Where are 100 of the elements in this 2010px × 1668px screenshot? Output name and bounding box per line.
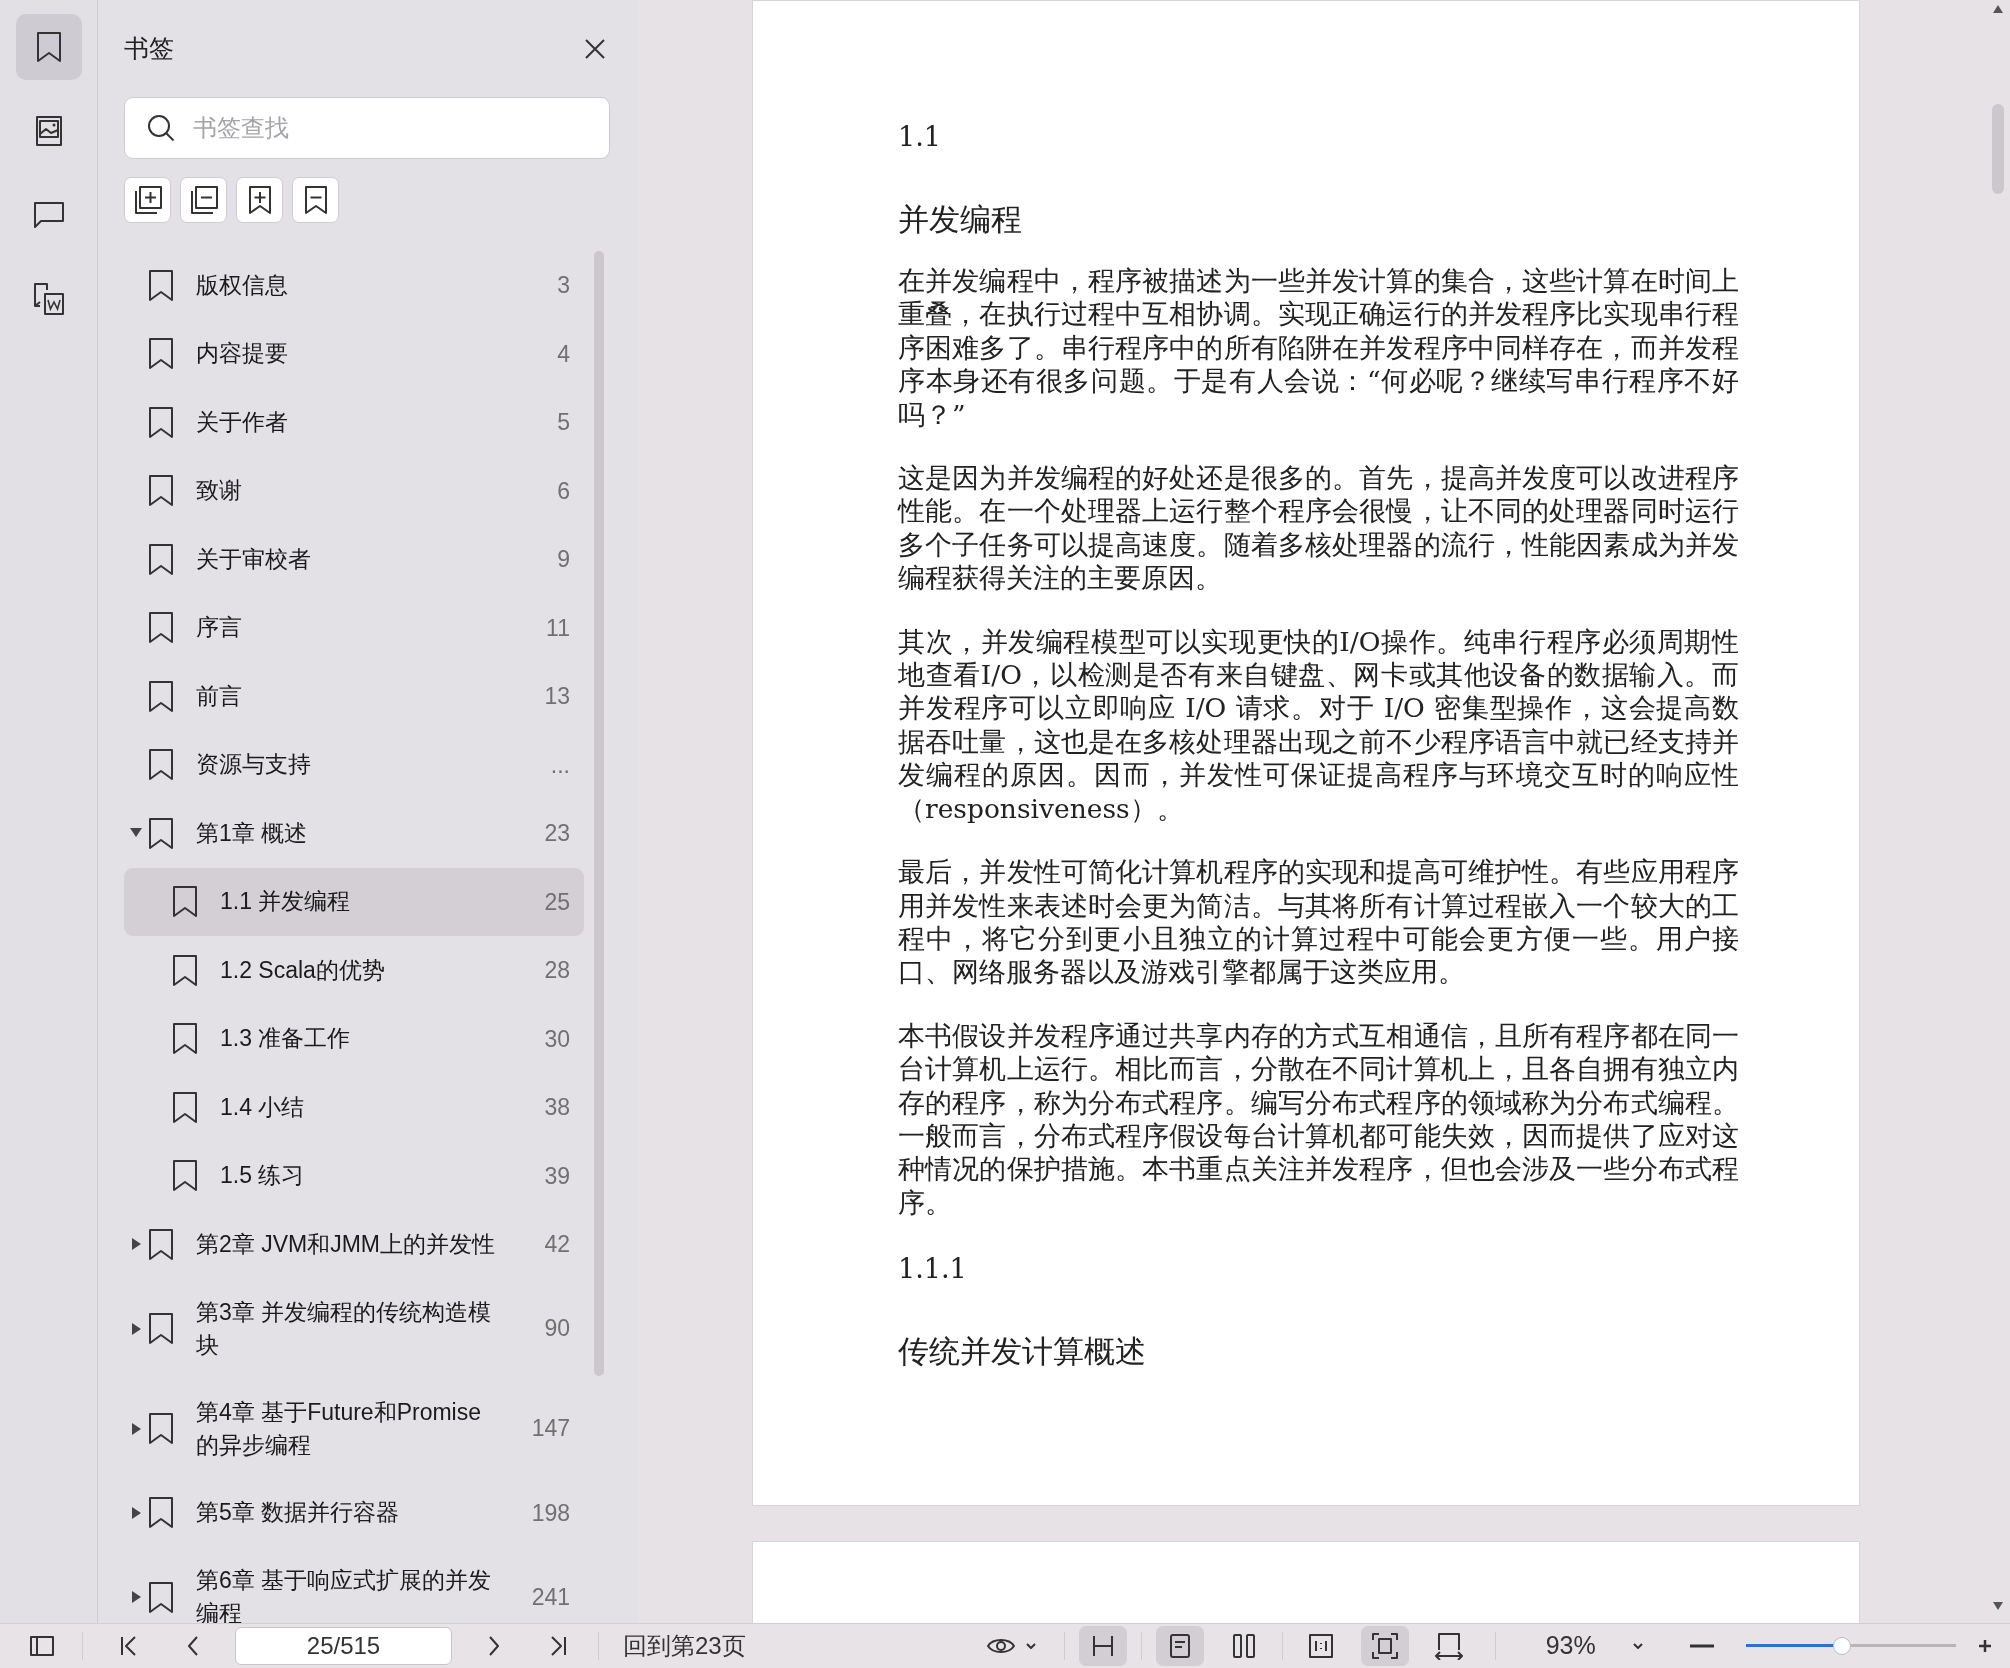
fit-page-icon: [1370, 1632, 1399, 1660]
page-number: 13: [544, 682, 570, 711]
plus-icon: [1977, 1639, 1992, 1653]
single-view-button[interactable]: [1155, 1626, 1204, 1666]
bookmark-item[interactable]: 1.2 Scala的优势 28: [124, 936, 584, 1005]
bookmark-item[interactable]: 版权信息 3: [124, 251, 584, 320]
body-paragraph: 在并发编程中，程序被描述为一些并发计算的集合，这些计算在时间上重叠，在执行过程中互相协调。实现正确运行的并发程序比实现串行程序困难多了。串行程序中的所有陷阱在并发程序中同样存在，而并发程序本身还有很多问题。于是有人会说：“何必呢？继续写串行程序不好吗？”: [898, 264, 1739, 432]
page-number: 9: [557, 545, 570, 574]
section-number: 1.1: [898, 120, 942, 154]
remove-bookmark-icon: [303, 185, 328, 215]
bookmark-title: 资源与支持: [196, 750, 312, 780]
bookmark-title: 1.5 练习: [220, 1161, 306, 1191]
collapsed-caret-icon[interactable]: [129, 1237, 143, 1252]
bookmark-title: 关于审校者: [196, 544, 312, 574]
eye-icon: [985, 1636, 1016, 1656]
bookmark-item[interactable]: 第4章 基于Future和Promise的异步编程 147: [124, 1378, 584, 1479]
add-button[interactable]: [236, 177, 283, 223]
bookmark-title: 第2章 JVM和JMM上的并发性: [196, 1229, 496, 1259]
body-paragraph: 最后，并发性可简化计算机程序的实现和提高可维护性。有些应用程序用并发性来表述时会更为简洁。与其将所有计算过程嵌入一个较大的工程中，将它分到更小且独立的计算过程中可能会更方便一些。用户接口、网络服务器以及游戏引擎都属于这类应用。: [898, 855, 1739, 989]
section-heading: 并发编程: [898, 199, 1023, 239]
slider-thumb[interactable]: [1833, 1637, 1852, 1655]
search-field[interactable]: 书签查找: [124, 97, 610, 159]
fit-page-view-button[interactable]: [1360, 1626, 1409, 1666]
page-number: 42: [544, 1230, 570, 1259]
page-number: 30: [544, 1024, 570, 1054]
bookmark-item[interactable]: 第3章 并发编程的传统构造模块 90: [124, 1278, 584, 1379]
bookmark-title: 致谢: [196, 476, 243, 506]
bookmark-title: 前言: [196, 681, 243, 711]
bookmark-title: 序言: [196, 613, 243, 643]
search-icon: [146, 113, 176, 143]
bookmark-icon: [148, 748, 174, 782]
bookmark-title: 关于作者: [196, 407, 289, 437]
back-to-page-link[interactable]: 回到第23页: [623, 1628, 746, 1664]
zoom-percentage: 93%: [1545, 1630, 1596, 1662]
collapsed-caret-icon[interactable]: [129, 1505, 143, 1520]
bookmark-title: 第4章 基于Future和Promise的异步编程: [196, 1397, 482, 1460]
page-number: 5: [557, 408, 570, 437]
bookmark-item[interactable]: 第2章 JVM和JMM上的并发性 42: [124, 1210, 584, 1279]
page-number: 28: [544, 956, 570, 985]
collapse-all-button[interactable]: [180, 177, 227, 223]
caret-icon: [1630, 1641, 1645, 1651]
page-number: 23: [544, 819, 570, 848]
remove-button[interactable]: [292, 177, 339, 223]
expand-all-icon: [132, 185, 163, 215]
page-number: 147: [531, 1414, 570, 1444]
body-paragraph: 这是因为并发编程的好处还是很多的。首先，提高并发度可以改进程序性能。在一个处理器上运行整个程序会很慢，让不同的处理器同时运行多个子任务可以提高速度。随着多核处理器的流行，性能因素成为并发编程获得关注的主要原因。: [898, 461, 1739, 595]
bookmark-icon: [148, 542, 174, 576]
continuous-view-button[interactable]: [1078, 1626, 1127, 1666]
chevron-left-icon: [186, 1635, 200, 1657]
bookmark-icon: [148, 679, 174, 713]
bookmark-item[interactable]: 第1章 概述 23: [124, 799, 584, 868]
collapsed-caret-icon[interactable]: [129, 1321, 143, 1336]
expand-all-button[interactable]: [124, 177, 171, 223]
bookmark-item[interactable]: 1.3 准备工作 30: [124, 1004, 584, 1073]
page-number: 4: [557, 339, 570, 369]
section-heading: 传统并发计算概述: [898, 1331, 1147, 1371]
bookmark-icon: [148, 816, 174, 850]
bookmark-title: 第1章 概述: [196, 818, 309, 848]
body-paragraph: 本书假设并发程序通过共享内存的方式互相通信，且所有程序都在同一台计算机上运行。相比而言，分散在不同计算机上，且各自拥有独立内存的程序，称为分布式程序。编写分布式程序的领域称为分布式编程。一般而言，分布式程序假设每台计算机都可能失效，因而提供了应对这种情况的保护措施。本书重点关注并发程序，但也会涉及一些分布式程序。: [898, 1018, 1739, 1220]
bookmark-icon: [172, 1159, 198, 1193]
fit-width-icon: [1433, 1632, 1464, 1660]
page-number-field[interactable]: 25/515: [235, 1627, 452, 1665]
body-paragraph: 其次，并发编程模型可以实现更快的I/O操作。纯串行程序必须周期性地查看I/O，以检测是否有来自键盘、网卡或其他设备的数据输入。而并发程序可以立即响应 I/O 请求。对于 I/O 密集型操作，这会提高数据吞吐量，这也是在多核处理器出现之前不少程序语言中就已经支持并发编程的原因。因而，并发性可保证提高程序与环境交互时的响应性（responsiveness）。: [898, 624, 1739, 826]
bookmark-icon: [148, 1227, 174, 1261]
section-number: 1.1.1: [898, 1252, 968, 1287]
page-number: 198: [531, 1498, 570, 1528]
bookmark-icon: [172, 953, 198, 987]
bookmark-item[interactable]: 关于作者 5: [124, 388, 584, 457]
bookmark-icon: [148, 1580, 174, 1614]
bookmark-item[interactable]: 第5章 数据并行容器 198: [124, 1478, 584, 1547]
last-page-icon: [548, 1635, 568, 1657]
page-number: 38: [544, 1093, 570, 1122]
bookmark-icon: [148, 474, 174, 508]
bookmark-item[interactable]: 关于审校者 9: [124, 525, 584, 594]
page-number: 11: [546, 613, 570, 643]
bookmark-icon: [148, 268, 174, 302]
page-number: 39: [544, 1161, 570, 1191]
chevron-right-icon: [487, 1635, 501, 1657]
comment-icon: [32, 201, 65, 229]
scroll-up-icon: [1992, 4, 2005, 14]
bookmark-item[interactable]: 序言 11: [124, 593, 584, 662]
page-number: ...: [550, 750, 570, 780]
panel-tab[interactable]: [15, 14, 82, 80]
first-page-icon: [119, 1635, 139, 1657]
bookmark-title: 1.1 并发编程: [220, 887, 352, 917]
bookmark-title: 第6章 基于响应式扩展的并发编程: [196, 1566, 493, 1623]
bookmark-item[interactable]: 第6章 基于响应式扩展的并发编程 241: [124, 1547, 584, 1623]
scroll-down-icon: [1992, 1600, 2005, 1611]
bookmark-item[interactable]: 1.5 练习 39: [124, 1141, 584, 1210]
bookmark-item[interactable]: 1.1 并发编程 25: [124, 867, 584, 936]
bookmark-item[interactable]: 1.4 小结 38: [124, 1073, 584, 1142]
bookmark-item[interactable]: 致谢 6: [124, 456, 584, 525]
actual-size-icon: [1307, 1633, 1334, 1659]
collapsed-caret-icon[interactable]: [129, 1590, 143, 1604]
collapsed-caret-icon[interactable]: [129, 1421, 143, 1436]
bookmark-item[interactable]: 前言 13: [124, 662, 584, 731]
add-bookmark-icon: [247, 185, 272, 215]
bookmark-item[interactable]: 内容提要 4: [124, 319, 584, 388]
bookmark-item[interactable]: 资源与支持 ...: [124, 730, 584, 799]
bookmark-title: 版权信息: [196, 270, 289, 300]
